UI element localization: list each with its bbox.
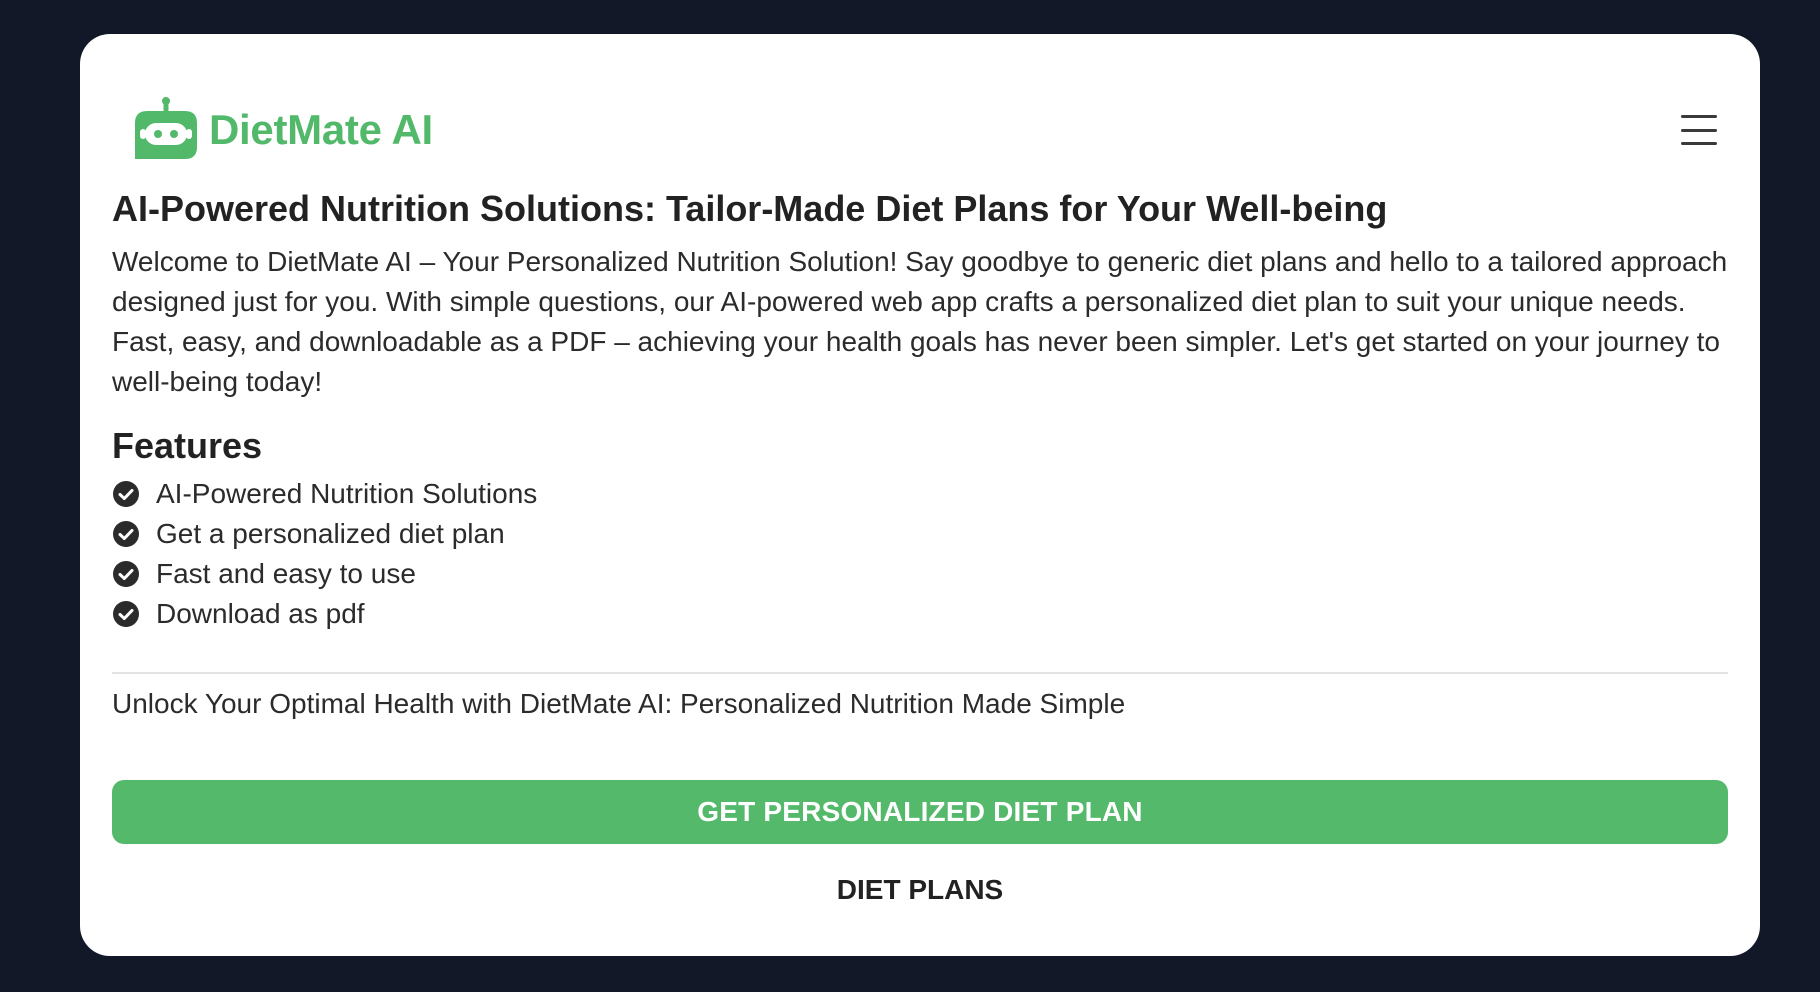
feature-label: Download as pdf bbox=[156, 597, 365, 629]
app-header: DietMate AI bbox=[133, 96, 1720, 164]
divider bbox=[112, 671, 1728, 674]
feature-label: Get a personalized diet plan bbox=[156, 517, 505, 549]
feature-label: Fast and easy to use bbox=[156, 557, 416, 589]
menu-bar bbox=[1681, 128, 1717, 132]
diet-plans-button[interactable]: DIET PLANS bbox=[112, 866, 1728, 914]
main-card: DietMate AI AI-Powered Nutrition Solutio… bbox=[80, 34, 1760, 956]
menu-bar bbox=[1681, 142, 1717, 145]
main-content: AI-Powered Nutrition Solutions: Tailor-M… bbox=[112, 184, 1728, 724]
check-circle-icon bbox=[113, 520, 139, 547]
page-title: AI-Powered Nutrition Solutions: Tailor-M… bbox=[112, 188, 1388, 229]
intro-paragraph: Welcome to DietMate AI – Your Personaliz… bbox=[112, 246, 1728, 398]
feature-item: Fast and easy to use bbox=[112, 554, 1728, 594]
check-circle-icon bbox=[113, 560, 139, 587]
features-heading: Features bbox=[112, 425, 263, 467]
tagline: Unlock Your Optimal Health with DietMate… bbox=[112, 687, 1126, 719]
brand-name: DietMate AI bbox=[209, 106, 433, 153]
check-circle-icon bbox=[113, 600, 139, 627]
brand[interactable]: DietMate AI bbox=[133, 97, 433, 163]
features-list: AI-Powered Nutrition Solutions Get a per… bbox=[112, 474, 1728, 634]
check-circle-icon bbox=[113, 480, 139, 507]
feature-label: AI-Powered Nutrition Solutions bbox=[156, 477, 538, 509]
feature-item: AI-Powered Nutrition Solutions bbox=[112, 474, 1728, 514]
get-diet-plan-button[interactable]: GET PERSONALIZED DIET PLAN bbox=[112, 780, 1728, 844]
hamburger-menu-icon[interactable] bbox=[1678, 109, 1720, 151]
feature-item: Get a personalized diet plan bbox=[112, 514, 1728, 554]
menu-bar bbox=[1681, 115, 1717, 118]
robot-logo-icon bbox=[135, 97, 197, 159]
feature-item: Download as pdf bbox=[112, 594, 1728, 634]
